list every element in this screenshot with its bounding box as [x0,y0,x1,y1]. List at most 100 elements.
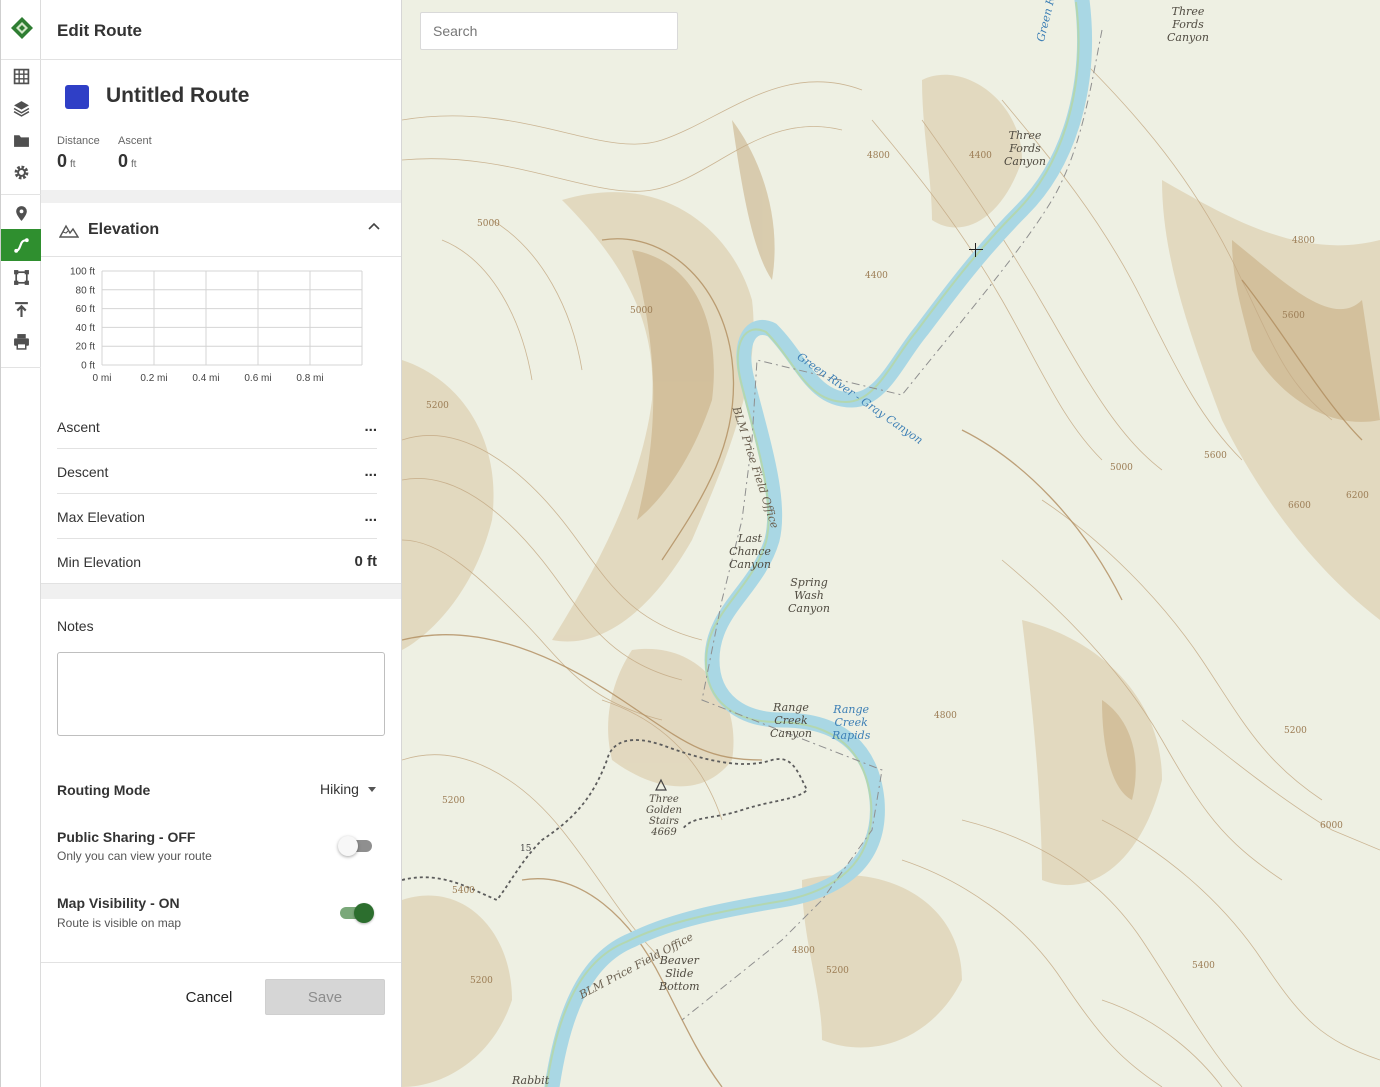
upload-icon[interactable] [1,293,41,325]
search-input[interactable] [420,12,678,50]
distance-label: Distance [57,135,100,147]
route-icon[interactable] [1,229,41,261]
contour-label: 6000 [1320,821,1343,831]
y-tick-label: 100 ft [70,267,95,278]
chevron-up-icon[interactable] [366,219,382,235]
y-tick-label: 80 ft [76,285,96,296]
max-elevation-row: Max Elevation ... [57,494,377,539]
map-label: Three Fords Canyon [1004,129,1046,168]
rail-divider [1,367,41,368]
logo-icon[interactable] [9,15,35,41]
crosshair-cursor-icon [969,243,983,257]
topo-map[interactable]: Three Fords Canyon Three Fords Canyon Gr… [402,0,1380,1087]
toggle-knob [338,836,358,856]
distance-number: 0 [57,151,68,171]
public-sharing-title: Public Sharing - OFF [57,829,196,845]
notes-textarea[interactable] [57,652,385,736]
ascent-value: 0 ft [118,151,152,172]
contour-label: 4400 [865,271,888,281]
contour-label: 5200 [1284,726,1307,736]
map-label: Beaver Slide Bottom [659,954,700,993]
map-label: Three Fords Canyon [1167,5,1209,44]
elevation-chart: 100 ft 80 ft 60 ft 40 ft 20 ft 0 ft0 mi 0.2 mi… [70,267,363,384]
section-divider [41,190,401,203]
save-button[interactable]: Save [265,979,385,1015]
min-elevation-label: Min Elevation [57,554,142,570]
x-tick-label: 0.6 mi [244,373,271,384]
public-sharing-toggle[interactable] [338,836,374,856]
rail-divider [1,194,41,195]
ascent-row-label: Ascent [57,419,100,435]
ascent-number: 0 [118,151,129,171]
y-tick-label: 20 ft [76,342,96,353]
public-sharing-subtitle: Only you can view your route [57,849,212,863]
contour-label: 4800 [1292,236,1315,246]
panel-header: Edit Route [41,0,401,60]
descent-row-value: ... [364,463,377,480]
panel-title: Edit Route [57,21,142,40]
descent-row-label: Descent [57,464,109,480]
contour-label: 5400 [452,886,475,896]
x-tick-label: 0.2 mi [140,373,167,384]
min-elevation-row: Min Elevation 0 ft [57,539,377,584]
terrain-layer [402,0,1380,1087]
routing-mode-label: Routing Mode [57,782,151,798]
max-elevation-label: Max Elevation [57,509,145,525]
contour-label: 5200 [426,401,449,411]
contour-label: 5600 [1282,311,1305,321]
contour-label: 5000 [477,219,500,229]
area-icon[interactable] [1,261,41,293]
ascent-unit: ft [131,159,137,170]
trail-number: 15 [520,844,532,854]
distance-unit: ft [70,159,76,170]
footer-divider [41,962,401,963]
routing-mode-value: Hiking [320,781,359,797]
map-label: Spring Wash Canyon [788,576,830,615]
ascent-stat: Ascent 0 ft [118,135,152,172]
ascent-label: Ascent [118,135,152,147]
route-color-swatch[interactable] [65,85,89,109]
distance-value: 0 ft [57,151,100,172]
descent-row: Descent ... [57,449,377,494]
distance-stat: Distance 0 ft [57,135,100,172]
map-visibility-toggle[interactable] [338,903,374,923]
contour-label: 4800 [934,711,957,721]
contour-label: 6200 [1346,491,1369,501]
map-label: Range Creek Canyon [770,701,812,740]
routing-mode-select[interactable]: Hiking [320,781,376,797]
route-name[interactable]: Untitled Route [106,84,249,108]
contour-label: 4800 [792,946,815,956]
map-label: Rabbit [512,1074,550,1087]
contour-label: 5200 [470,976,493,986]
grid-icon[interactable] [1,60,41,92]
elevation-section-header[interactable]: Elevation [41,203,401,257]
contour-label: 6600 [1288,501,1311,511]
edit-route-panel: Edit Route Untitled Route Distance 0 ft A… [41,0,402,1087]
map-visibility-title: Map Visibility - ON [57,895,180,911]
x-tick-label: 0.8 mi [296,373,323,384]
pin-icon[interactable] [1,197,41,229]
contour-label: 5600 [1204,451,1227,461]
mountain-icon [58,220,80,240]
folder-icon[interactable] [1,124,41,156]
toggle-knob [354,903,374,923]
caret-down-icon [367,786,376,792]
ascent-row-value: ... [364,418,377,435]
icon-rail [0,0,41,1087]
ascent-row: Ascent ... [57,404,377,449]
layers-icon[interactable] [1,92,41,124]
map-visibility-subtitle: Route is visible on map [57,916,182,930]
contour-label: 5000 [1110,463,1133,473]
y-tick-label: 60 ft [76,304,96,315]
max-elevation-value: ... [364,508,377,525]
contour-label: 5400 [1192,961,1215,971]
contour-label: 5200 [442,796,465,806]
x-tick-label: 0 mi [93,373,112,384]
map-label: Range Creek Rapids [832,703,871,742]
elevation-title: Elevation [88,221,160,238]
gear-icon[interactable] [1,156,41,188]
x-tick-label: 0.4 mi [192,373,219,384]
contour-label: 5000 [630,306,653,316]
print-icon[interactable] [1,325,41,357]
cancel-button[interactable]: Cancel [171,979,247,1015]
